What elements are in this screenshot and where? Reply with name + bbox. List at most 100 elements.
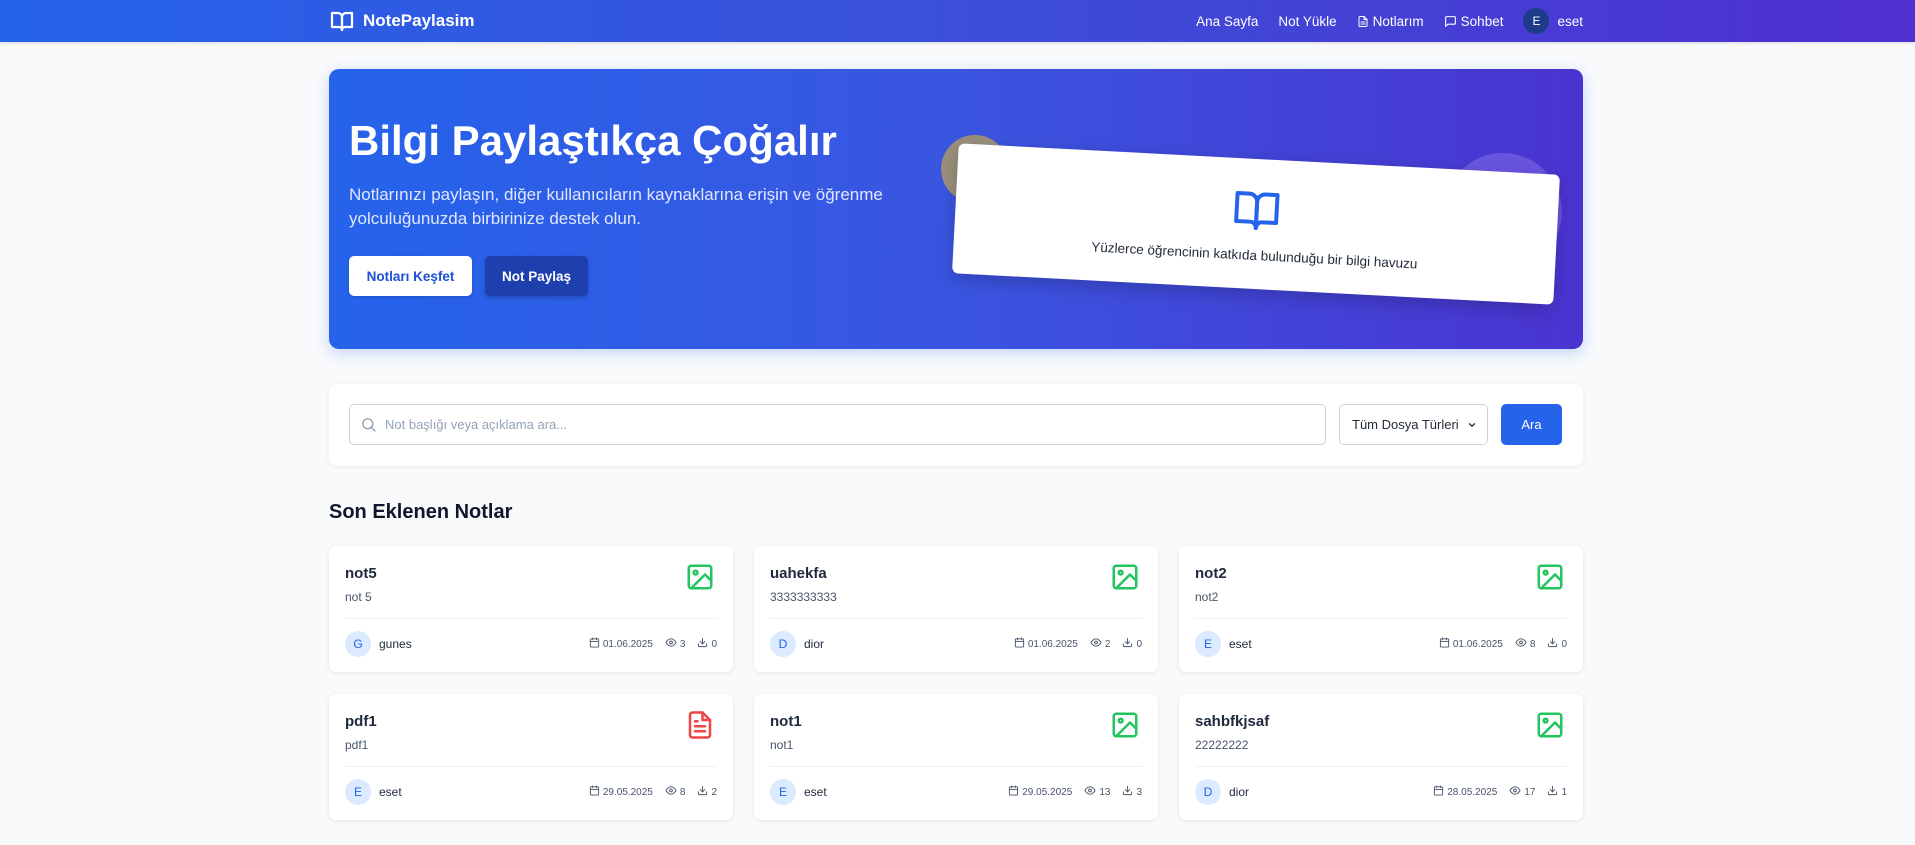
eye-icon: [665, 785, 677, 799]
view-count: 8: [665, 785, 685, 799]
note-description: 22222222: [1195, 738, 1249, 752]
nav-my-notes[interactable]: Notlarım: [1357, 14, 1424, 29]
download-count: 0: [697, 637, 717, 651]
nav-chat[interactable]: Sohbet: [1444, 13, 1504, 29]
author-name: dior: [1229, 785, 1250, 799]
divider: [770, 766, 1142, 767]
calendar-icon: [1433, 785, 1444, 799]
file-type-selected: Tüm Dosya Türleri: [1352, 417, 1459, 432]
views-value: 3: [679, 638, 686, 650]
note-date: 29.05.2025: [589, 785, 653, 799]
hero-title: Bilgi Paylaştıkça Çoğalır: [349, 117, 837, 164]
note-date: 01.06.2025: [1014, 637, 1078, 651]
view-count: 13: [1084, 785, 1110, 799]
user-name: eset: [1557, 13, 1583, 29]
note-title: not5: [345, 565, 377, 582]
image-icon: [1110, 710, 1140, 740]
nav-upload-label: Not Yükle: [1278, 13, 1337, 29]
search-button[interactable]: Ara: [1501, 404, 1562, 445]
image-icon: [685, 562, 715, 592]
downloads-value: 2: [711, 786, 717, 798]
download-icon: [1122, 785, 1133, 799]
note-date: 28.05.2025: [1433, 785, 1497, 799]
date-value: 29.05.2025: [1022, 786, 1073, 798]
date-value: 28.05.2025: [1447, 786, 1498, 798]
eye-icon: [665, 637, 677, 651]
author-avatar: E: [770, 779, 796, 805]
note-card[interactable]: pdf1 pdf1 Eeset 29.05.2025 8 2: [329, 694, 733, 820]
note-title: sahbfkjsaf: [1195, 713, 1270, 730]
search-field[interactable]: [349, 404, 1326, 445]
downloads-value: 0: [711, 638, 717, 650]
download-icon: [1122, 637, 1133, 651]
eye-icon: [1515, 637, 1527, 651]
note-card[interactable]: sahbfkjsaf 22222222 Ddior 28.05.2025 17 1: [1179, 694, 1583, 820]
views-value: 13: [1099, 786, 1111, 798]
hero-banner: Bilgi Paylaştıkça Çoğalır Notlarınızı pa…: [329, 69, 1583, 349]
search-input[interactable]: [385, 417, 1325, 432]
views-value: 8: [1529, 638, 1536, 650]
download-count: 0: [1122, 637, 1142, 651]
views-value: 17: [1524, 786, 1536, 798]
downloads-value: 0: [1561, 638, 1567, 650]
download-icon: [1547, 785, 1558, 799]
view-count: 17: [1509, 785, 1535, 799]
calendar-icon: [1008, 785, 1019, 799]
share-note-button[interactable]: Not Paylaş: [485, 256, 588, 296]
download-count: 1: [1547, 785, 1567, 799]
note-description: not 5: [345, 590, 372, 604]
eye-icon: [1084, 785, 1096, 799]
search-icon: [362, 418, 376, 432]
nav-upload[interactable]: Not Yükle: [1278, 14, 1336, 29]
view-count: 8: [1515, 637, 1536, 651]
author-name: dior: [804, 637, 825, 651]
note-title: uahekfa: [770, 565, 827, 582]
views-value: 2: [1104, 638, 1111, 650]
explore-notes-button[interactable]: Notları Keşfet: [349, 256, 472, 296]
top-navbar: NotePaylasim Ana Sayfa Not Yükle Notları…: [0, 0, 1915, 42]
download-count: 0: [1547, 637, 1567, 651]
pdf-icon: [685, 710, 715, 740]
author-name: gunes: [379, 637, 412, 651]
chevron-down-icon: [1468, 422, 1476, 427]
user-menu[interactable]: E eset: [1523, 8, 1583, 34]
view-count: 3: [665, 637, 686, 651]
note-date: 01.06.2025: [1439, 637, 1503, 651]
note-description: pdf1: [345, 738, 369, 752]
author-name: eset: [804, 785, 827, 799]
view-count: 2: [1090, 637, 1111, 651]
book-icon: [330, 11, 354, 32]
author-avatar: D: [1195, 779, 1221, 805]
image-icon: [1535, 710, 1565, 740]
note-description: not2: [1195, 590, 1219, 604]
brand-name: NotePaylasim: [363, 11, 475, 30]
download-icon: [1547, 637, 1558, 651]
note-footer: Ddior 28.05.2025 17 1: [1195, 778, 1567, 806]
nav-home[interactable]: Ana Sayfa: [1196, 14, 1258, 29]
brand-logo[interactable]: NotePaylasim: [329, 6, 475, 36]
note-footer: Eeset 29.05.2025 8 2: [345, 778, 717, 806]
chat-icon: [1444, 15, 1456, 27]
note-title: not2: [1195, 565, 1227, 582]
divider: [770, 618, 1142, 619]
hero-card-text: Yüzlerce öğrencinin katkıda bulunduğu bi…: [1090, 238, 1418, 271]
file-type-select[interactable]: Tüm Dosya Türleri: [1339, 404, 1488, 445]
note-date: 01.06.2025: [589, 637, 653, 651]
image-icon: [1535, 562, 1565, 592]
note-card[interactable]: not2 not2 Eeset 01.06.2025 8 0: [1179, 546, 1583, 672]
date-value: 29.05.2025: [602, 786, 653, 798]
calendar-icon: [589, 637, 600, 651]
downloads-value: 0: [1136, 638, 1142, 650]
divider: [1195, 766, 1567, 767]
divider: [345, 766, 717, 767]
note-footer: Eeset 29.05.2025 13 3: [770, 778, 1142, 806]
hero-subtitle: Notlarınızı paylaşın, diğer kullanıcılar…: [349, 185, 883, 228]
user-avatar: E: [1523, 8, 1550, 34]
downloads-value: 1: [1561, 786, 1567, 798]
eye-icon: [1509, 785, 1521, 799]
note-card[interactable]: uahekfa 3333333333 Ddior 01.06.2025 2 0: [754, 546, 1158, 672]
calendar-icon: [589, 785, 600, 799]
nav-chat-label: Sohbet: [1460, 13, 1504, 29]
note-card[interactable]: not5 not 5 Ggunes 01.06.2025 3 0: [329, 546, 733, 672]
note-card[interactable]: not1 not1 Eeset 29.05.2025 13 3: [754, 694, 1158, 820]
